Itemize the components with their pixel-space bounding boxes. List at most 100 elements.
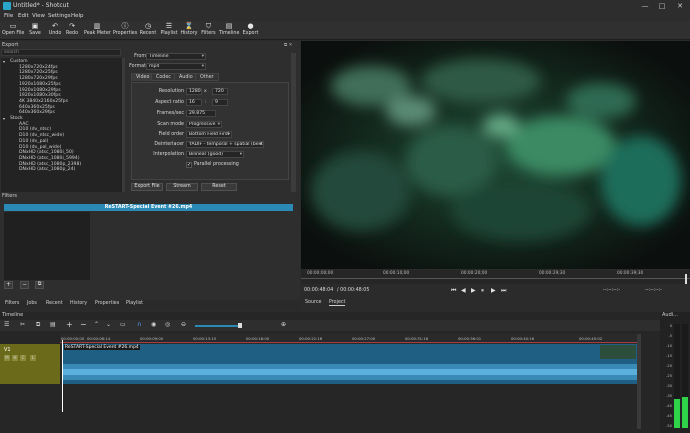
export-button[interactable]: ● Export xyxy=(242,22,259,39)
copy-filter-button[interactable]: ⧉ xyxy=(35,281,44,289)
track-mute-button[interactable]: M xyxy=(4,355,10,361)
close-button[interactable]: ✕ xyxy=(673,1,687,11)
preset-item[interactable]: DNxHD (atsc_1080i_50) xyxy=(19,150,74,155)
export-file-button[interactable]: Export File xyxy=(131,183,163,191)
cut-icon[interactable]: ✂ xyxy=(20,321,25,328)
rewind-icon[interactable]: ◀ xyxy=(461,287,466,294)
track-composite-button[interactable]: C xyxy=(20,355,26,361)
reset-button[interactable]: Reset xyxy=(201,183,237,191)
player-playhead[interactable] xyxy=(685,274,687,284)
preset-group[interactable]: Custom xyxy=(10,59,28,64)
timeline-button[interactable]: ▤ Timeline xyxy=(219,22,239,39)
tab-codec[interactable]: Codec xyxy=(151,73,176,81)
copy-icon[interactable]: ⧉ xyxy=(36,321,40,329)
aspect-width-input[interactable]: 16 xyxy=(186,99,202,106)
recent-button[interactable]: ◷ Recent xyxy=(139,22,157,39)
track-hide-button[interactable]: H xyxy=(12,355,18,361)
dock-tab-playlist[interactable]: Playlist xyxy=(126,301,143,306)
tab-project[interactable]: Project xyxy=(329,300,346,306)
zoom-out-icon[interactable]: ⊖ xyxy=(181,321,186,328)
tab-source[interactable]: Source xyxy=(305,300,321,305)
track-header-v1[interactable]: V1 M H C L xyxy=(0,344,60,384)
resolution-width-input[interactable]: 1280 xyxy=(186,88,202,95)
preset-search-input[interactable]: search xyxy=(1,49,121,56)
preset-item[interactable]: 640x360x29fps xyxy=(19,110,55,115)
from-select[interactable]: Timeline xyxy=(146,53,206,60)
ripple-icon[interactable]: ◎ xyxy=(165,321,170,328)
preset-item[interactable]: 1920x1080x29fps xyxy=(19,88,61,93)
menu-edit[interactable]: Edit xyxy=(18,13,29,19)
menu-settings[interactable]: Settings xyxy=(48,13,71,19)
minimize-button[interactable]: — xyxy=(638,1,652,11)
preset-item[interactable]: AAC xyxy=(19,122,29,127)
play-icon[interactable]: ▶ xyxy=(471,287,476,294)
scrub-icon[interactable]: ◉ xyxy=(151,321,156,328)
timeline-clip[interactable]: ReSTART-Special Event #26.mp4 xyxy=(62,344,638,384)
preset-item[interactable]: 1280x720x29fps xyxy=(19,76,58,81)
preset-item[interactable]: D10 (dv_ntsc_wide) xyxy=(19,133,64,138)
lift-icon[interactable]: ⌃ xyxy=(94,321,99,328)
zoom-slider[interactable] xyxy=(195,325,240,327)
aspect-height-input[interactable]: 9 xyxy=(212,99,228,106)
history-button[interactable]: ⌛ History xyxy=(180,22,198,39)
append-icon[interactable]: + xyxy=(66,320,73,329)
pause-icon[interactable]: ⏸ xyxy=(481,287,484,295)
menu-icon[interactable]: ☰ xyxy=(4,321,9,328)
timeline-vscroll[interactable] xyxy=(637,334,641,429)
split-icon[interactable]: ▭ xyxy=(120,321,126,328)
maximize-button[interactable]: □ xyxy=(655,1,669,11)
dock-tab-recent[interactable]: Recent xyxy=(46,301,63,306)
skip-previous-icon[interactable]: ⏮ xyxy=(451,287,456,295)
playlist-button[interactable]: ☰ Playlist xyxy=(160,22,178,39)
parallel-processing-checkbox[interactable]: ✓ xyxy=(186,162,192,168)
field-order-select[interactable]: Bottom Field First xyxy=(186,131,232,138)
zoom-in-icon[interactable]: ⊕ xyxy=(281,321,286,328)
overwrite-icon[interactable]: ⌄ xyxy=(106,321,111,328)
stream-button[interactable]: Stream xyxy=(166,183,198,191)
interpolation-select[interactable]: Bilinear (good) xyxy=(186,151,244,158)
preset-item[interactable]: DNxHD (atsc_1080p_24) xyxy=(19,167,75,172)
snap-icon[interactable]: ∩ xyxy=(137,321,141,328)
save-button[interactable]: ▣ Save xyxy=(27,22,43,39)
filter-list[interactable] xyxy=(4,212,90,280)
preset-item[interactable]: D10 (dv_pal) xyxy=(19,139,48,144)
preset-item[interactable]: 4K 3840x2160x25fps xyxy=(19,99,68,104)
preset-item[interactable]: 1920x1080x25fps xyxy=(19,82,61,87)
fps-input[interactable]: 29.875 xyxy=(186,110,216,117)
tab-other[interactable]: Other xyxy=(195,73,219,81)
track-lock-button[interactable]: L xyxy=(30,355,36,361)
current-timecode[interactable]: 00:00:48:04 xyxy=(304,288,333,293)
expand-arrow-icon[interactable]: ▾ xyxy=(3,116,5,121)
preset-item[interactable]: 1280x720x24fps xyxy=(19,65,58,70)
zoom-slider-handle[interactable] xyxy=(238,323,242,328)
preset-item[interactable]: DNxHD (atsc_1080p_2398) xyxy=(19,162,81,167)
scan-mode-select[interactable]: Progressive xyxy=(186,121,222,128)
menu-file[interactable]: File xyxy=(4,13,13,19)
remove-filter-button[interactable]: − xyxy=(20,281,29,289)
open-file-button[interactable]: ▭ Open File xyxy=(2,22,24,39)
timeline-playhead[interactable] xyxy=(62,340,63,412)
dock-tab-jobs[interactable]: Jobs xyxy=(27,301,37,306)
player-ruler[interactable]: 00:00:00;00 00:00:10;00 00:00:20;00 00:0… xyxy=(301,270,690,284)
paste-icon[interactable]: ▤ xyxy=(50,321,56,328)
preset-item[interactable]: DNxHD (atsc_1080i_5994) xyxy=(19,156,80,161)
expand-arrow-icon[interactable]: ▾ xyxy=(3,59,5,64)
format-select[interactable]: mp4 xyxy=(146,63,206,70)
undo-button[interactable]: ↶ Undo xyxy=(47,22,63,39)
preset-item[interactable]: D10 (dv_ntsc) xyxy=(19,127,51,132)
peak-meter-button[interactable]: ▥ Peak Meter xyxy=(84,22,111,39)
dock-tab-properties[interactable]: Properties xyxy=(95,301,119,306)
preset-item[interactable]: D10 (dv_pal_wide) xyxy=(19,145,61,150)
filters-button[interactable]: ⛉ Filters xyxy=(200,22,217,39)
deinterlacer-select[interactable]: YADIF - temporal + spatial (best) xyxy=(186,141,264,148)
redo-button[interactable]: ↷ Redo xyxy=(64,22,80,39)
remove-icon[interactable]: − xyxy=(80,320,87,329)
video-preview[interactable] xyxy=(301,41,690,269)
panel-float-icon[interactable]: ⧉ ✕ xyxy=(284,42,292,48)
preset-item[interactable]: 1920x1080x30fps xyxy=(19,93,61,98)
preset-item[interactable]: 640x360x25fps xyxy=(19,105,55,110)
preset-item[interactable]: 1280x720x25fps xyxy=(19,70,58,75)
properties-button[interactable]: ⓘ Properties xyxy=(113,22,137,39)
timeline-ruler[interactable]: 00:00:00;00 00:00:06:14 00:00:09:00 00:0… xyxy=(60,334,640,344)
resolution-height-input[interactable]: 720 xyxy=(212,88,228,95)
